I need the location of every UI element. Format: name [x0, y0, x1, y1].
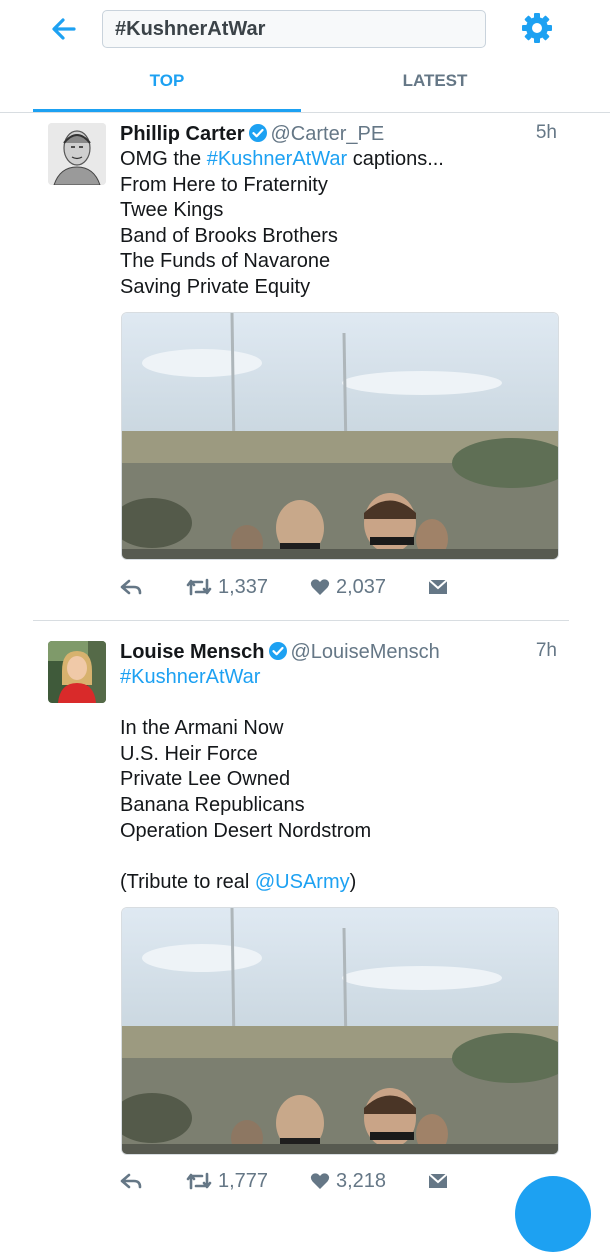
avatar-image — [48, 641, 106, 703]
tweet-actions: 1,337 2,037 — [120, 572, 560, 602]
tab-latest[interactable]: LATEST — [301, 62, 569, 112]
tab-bar: TOP LATEST — [0, 62, 610, 112]
verified-badge-icon — [249, 124, 268, 142]
gear-icon[interactable] — [520, 11, 554, 45]
tweet-photo[interactable] — [121, 907, 559, 1155]
tweet-line: From Here to Fraternity — [120, 173, 328, 196]
tweet-line: Saving Private Equity — [120, 275, 311, 298]
like-count: 3,218 — [336, 1170, 387, 1192]
envelope-icon — [428, 1173, 448, 1188]
avatar-image — [48, 123, 106, 185]
retweet-button[interactable]: 1,337 — [186, 572, 268, 602]
reply-icon — [120, 579, 142, 595]
tweet-line: Band of Brooks Brothers — [120, 224, 338, 247]
timestamp[interactable]: 5h — [536, 122, 557, 144]
top-bar: #KushnerAtWar TOP LATEST — [0, 0, 610, 113]
tweet-line: U.S. Heir Force — [120, 742, 258, 765]
direct-message-button[interactable] — [428, 1166, 448, 1196]
crowd-photo — [122, 313, 558, 559]
tweet[interactable]: Louise Mensch @LouiseMensch 7h #KushnerAt… — [0, 621, 610, 1200]
author-name[interactable]: Louise Mensch — [120, 641, 264, 663]
compose-tweet-button[interactable] — [515, 1176, 591, 1252]
crowd-photo — [122, 908, 558, 1154]
reply-icon — [120, 1173, 142, 1189]
heart-icon — [310, 1173, 330, 1189]
retweet-icon — [186, 1172, 212, 1190]
envelope-icon — [428, 579, 448, 594]
like-button[interactable]: 3,218 — [310, 1166, 386, 1196]
tweet-line: Banana Republicans — [120, 793, 305, 816]
tweet-line: Operation Desert Nordstrom — [120, 819, 372, 842]
timestamp[interactable]: 7h — [536, 640, 557, 662]
like-count: 2,037 — [336, 576, 387, 598]
tweet-header: Phillip Carter @Carter_PE — [120, 121, 384, 147]
retweet-count: 1,777 — [218, 1170, 269, 1192]
tweet-line — [120, 691, 570, 717]
tweet-actions: 1,777 3,218 — [120, 1166, 560, 1196]
tweet-line: OMG the #KushnerAtWar captions... — [120, 148, 444, 170]
author-handle[interactable]: @Carter_PE — [270, 123, 384, 145]
tab-top[interactable]: TOP — [33, 62, 301, 112]
tweet-photo[interactable] — [121, 312, 559, 560]
heart-icon — [310, 579, 330, 595]
retweet-icon — [186, 578, 212, 596]
retweet-count: 1,337 — [218, 576, 269, 598]
tweet-text: #KushnerAtWar In the Armani Now U.S. Hei… — [120, 665, 570, 895]
reply-button[interactable] — [120, 1166, 142, 1196]
tweet-text: OMG the #KushnerAtWar captions... From H… — [120, 147, 570, 301]
tweet[interactable]: Phillip Carter @Carter_PE 5h OMG the #Kus… — [0, 112, 610, 620]
reply-button[interactable] — [120, 572, 142, 602]
tweet-line: In the Armani Now — [120, 717, 284, 740]
search-input[interactable]: #KushnerAtWar — [102, 10, 486, 48]
hashtag-link[interactable]: #KushnerAtWar — [207, 148, 347, 170]
direct-message-button[interactable] — [428, 572, 448, 602]
retweet-button[interactable]: 1,777 — [186, 1166, 268, 1196]
author-handle[interactable]: @LouiseMensch — [290, 641, 439, 663]
verified-badge-icon — [269, 642, 288, 660]
author-name[interactable]: Phillip Carter — [120, 123, 244, 145]
tweet-line: The Funds of Navarone — [120, 250, 331, 273]
avatar[interactable] — [48, 123, 106, 185]
like-button[interactable]: 2,037 — [310, 572, 386, 602]
back-arrow-icon[interactable] — [50, 14, 84, 44]
hashtag-link[interactable]: #KushnerAtWar — [120, 666, 260, 688]
avatar[interactable] — [48, 641, 106, 703]
tweet-line: (Tribute to real @USArmy) — [120, 870, 357, 893]
tweet-line: Twee Kings — [120, 199, 224, 222]
tweet-line — [120, 844, 570, 870]
tweet-header: Louise Mensch @LouiseMensch — [120, 639, 440, 665]
tweet-line: Private Lee Owned — [120, 768, 291, 791]
mention-link[interactable]: @USArmy — [255, 871, 350, 893]
tweet-line: #KushnerAtWar — [120, 665, 570, 691]
